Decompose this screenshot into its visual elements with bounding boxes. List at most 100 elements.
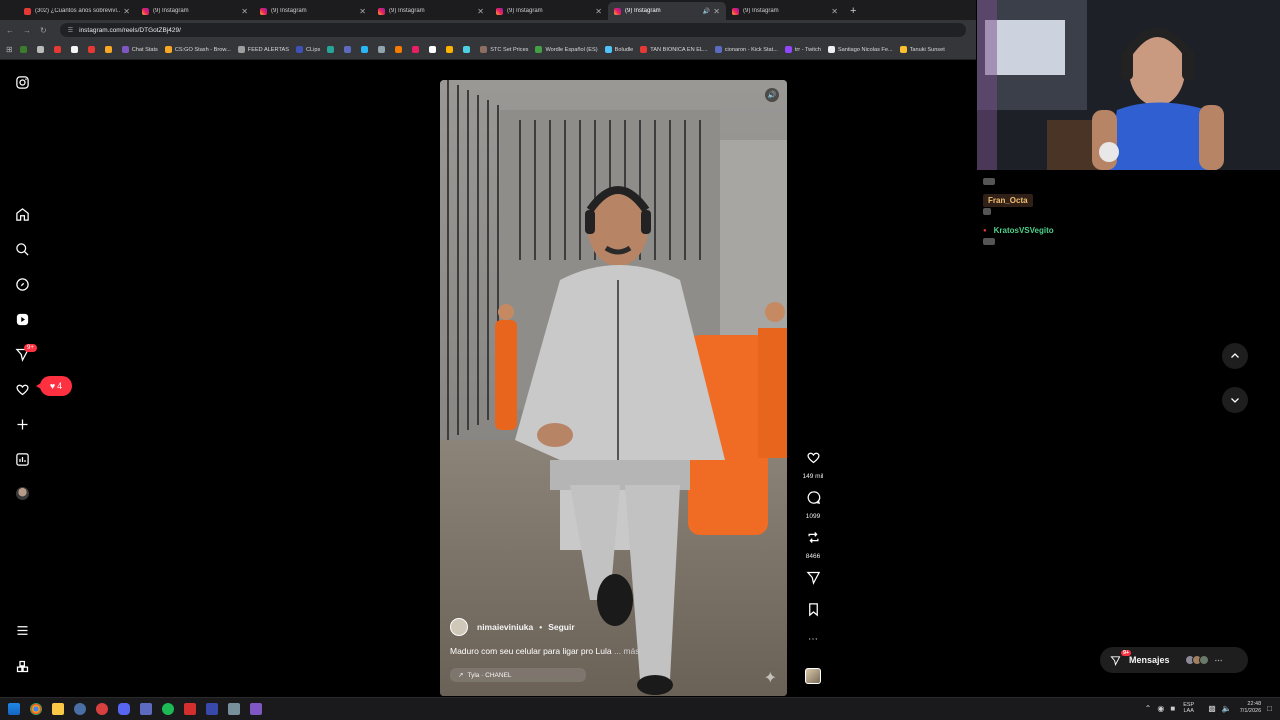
steam-icon[interactable]	[74, 703, 86, 715]
bookmark-item[interactable]	[463, 46, 473, 53]
browser-tab[interactable]: (9) Instagram 🔊 ✕	[608, 2, 726, 20]
instagram-logo-icon[interactable]	[13, 73, 32, 92]
bookmark-item[interactable]	[36, 46, 47, 53]
bookmark-item[interactable]	[395, 46, 405, 53]
bookmark-item[interactable]: Wordle Español (ES)	[535, 46, 598, 53]
close-tab-icon[interactable]: ✕	[595, 7, 602, 16]
likes-notification-pill[interactable]: ♥ 4	[36, 376, 72, 396]
bookmark-item[interactable]	[344, 46, 354, 53]
back-icon[interactable]: ←	[6, 26, 14, 35]
search-icon[interactable]	[13, 240, 32, 259]
screen: (302) ¿Cuántos años sobreviví... ✕ (9) Ins…	[0, 0, 1280, 720]
reload-icon[interactable]: ↻	[40, 26, 47, 35]
spotify-icon[interactable]	[162, 703, 174, 715]
discord-icon[interactable]	[118, 703, 130, 715]
previous-reel-button[interactable]	[1222, 343, 1248, 369]
bookmark-item[interactable]: CS:GO Stash - Brow...	[164, 46, 231, 53]
app-icon[interactable]	[206, 703, 218, 715]
app-icon[interactable]	[96, 703, 108, 715]
bookmark-item[interactable]: STC Set Prices	[480, 46, 528, 53]
reel-video[interactable]: 🔊 nimaieviniuka • Seguir Maduro com seu …	[440, 80, 787, 696]
more-options-icon[interactable]: ⋯	[800, 634, 826, 645]
mute-icon[interactable]: 🔊	[765, 88, 779, 102]
chrome-icon[interactable]	[30, 703, 42, 715]
notifications-heart-icon[interactable]	[13, 380, 32, 399]
bookmark-item[interactable]	[446, 46, 456, 53]
bookmark-item[interactable]: Santiago Nicolas Fe...	[827, 46, 893, 53]
browser-tab[interactable]: (9) Instagram ✕	[490, 2, 608, 20]
comment-button[interactable]: 1099	[800, 490, 826, 520]
share-button[interactable]	[800, 570, 826, 590]
tray-app-icon[interactable]: ◉	[1157, 704, 1164, 713]
close-tab-icon[interactable]: ✕	[713, 7, 720, 16]
caption-more-link[interactable]: ... más	[614, 646, 640, 656]
bookmark-item[interactable]: FEED ALERTAS	[237, 46, 289, 53]
url-input[interactable]: ☰ instagram.com/reels/DTGotZBj429/	[59, 23, 966, 37]
site-info-icon[interactable]: ☰	[68, 27, 73, 34]
bookmark-item[interactable]	[19, 46, 30, 53]
close-tab-icon[interactable]: ✕	[477, 7, 484, 16]
author-username[interactable]: nimaieviniuka	[477, 622, 533, 632]
new-tab-icon[interactable]: +	[850, 2, 856, 20]
profile-avatar[interactable]	[16, 487, 29, 500]
bookmark-item[interactable]	[87, 46, 98, 53]
bookmark-item[interactable]	[361, 46, 371, 53]
bookmark-item[interactable]: trr - Twitch	[784, 46, 821, 53]
bookmark-item[interactable]	[53, 46, 64, 53]
bookmark-item[interactable]	[378, 46, 388, 53]
tab-audio-icon[interactable]: 🔊	[703, 8, 710, 15]
bookmark-item[interactable]	[429, 46, 439, 53]
next-reel-button[interactable]	[1222, 387, 1248, 413]
close-tab-icon[interactable]: ✕	[241, 7, 248, 16]
home-icon[interactable]	[13, 205, 32, 224]
audio-chip[interactable]: ↗ Tyla · CHANEL	[450, 668, 586, 682]
clock[interactable]: 22:48 7/1/2026	[1240, 701, 1261, 715]
forward-icon[interactable]: →	[23, 26, 31, 35]
app-icon[interactable]	[140, 703, 152, 715]
browser-tab[interactable]: (9) Instagram ✕	[254, 2, 372, 20]
bookmark-item[interactable]	[327, 46, 337, 53]
bookmark-item[interactable]: CLips	[295, 46, 320, 53]
create-plus-icon[interactable]	[13, 415, 32, 434]
close-tab-icon[interactable]: ✕	[831, 7, 838, 16]
messages-pill[interactable]: 9+ Mensajes ⋯	[1100, 647, 1248, 673]
like-button[interactable]: 149 mil	[800, 450, 826, 480]
bookmark-item[interactable]	[104, 46, 115, 53]
more-apps-icon[interactable]	[13, 657, 32, 676]
bookmark-item[interactable]: Chat Stats	[121, 46, 158, 53]
bookmark-item[interactable]	[412, 46, 422, 53]
follow-button[interactable]: Seguir	[548, 622, 574, 632]
chevron-up-icon[interactable]: ⌃	[1145, 704, 1152, 713]
app-icon[interactable]	[250, 703, 262, 715]
browser-tab[interactable]: (302) ¿Cuántos años sobreviví... ✕	[18, 2, 136, 20]
bookmark-item[interactable]: cionaron - Kick Stat...	[714, 46, 778, 53]
save-button[interactable]	[800, 602, 826, 622]
menu-icon[interactable]	[13, 621, 32, 640]
close-tab-icon[interactable]: ✕	[123, 7, 130, 16]
browser-tab[interactable]: (9) Instagram ✕	[136, 2, 254, 20]
apps-icon[interactable]: ⊞	[6, 45, 13, 54]
close-tab-icon[interactable]: ✕	[359, 7, 366, 16]
network-icon[interactable]: ▩	[1208, 704, 1216, 713]
explore-icon[interactable]	[13, 275, 32, 294]
notifications-icon[interactable]: □	[1267, 704, 1272, 713]
dashboard-icon[interactable]	[13, 450, 32, 469]
volume-icon[interactable]: 🔈	[1222, 704, 1232, 713]
file-explorer-icon[interactable]	[52, 703, 64, 715]
browser-tab[interactable]: (9) Instagram ✕	[372, 2, 490, 20]
audio-thumbnail[interactable]	[805, 668, 821, 684]
bookmark-item[interactable]: Tanuki Sunset	[899, 46, 945, 53]
tray-app-icon[interactable]: ■	[1170, 704, 1175, 713]
url-text: instagram.com/reels/DTGotZBj429/	[79, 26, 181, 34]
language-indicator[interactable]: ESP LAA	[1183, 702, 1194, 714]
repost-button[interactable]: 8466	[800, 530, 826, 560]
author-avatar[interactable]	[450, 618, 468, 636]
bookmark-item[interactable]: Boludle	[604, 46, 633, 53]
browser-tab[interactable]: (9) Instagram ✕	[726, 2, 844, 20]
app-icon[interactable]	[228, 703, 240, 715]
bookmark-item[interactable]	[70, 46, 81, 53]
bookmark-item[interactable]: TAN BIONICA EN EL...	[640, 46, 708, 53]
windows-start-icon[interactable]	[8, 703, 20, 715]
app-icon[interactable]	[184, 703, 196, 715]
reels-icon[interactable]	[13, 310, 32, 329]
